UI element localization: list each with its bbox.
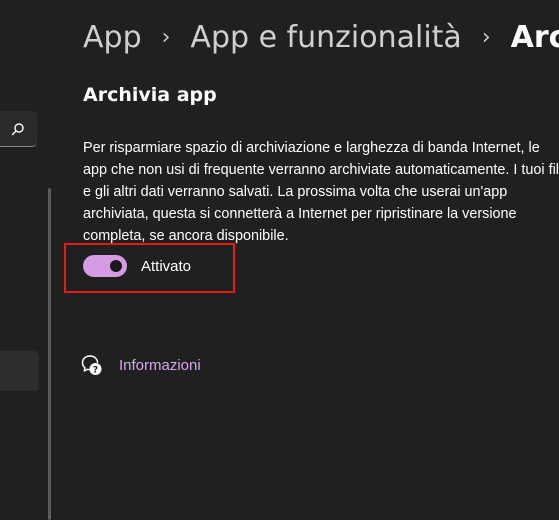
description-line: archiviata, questa si connetterà a Inter… xyxy=(83,206,517,222)
breadcrumb-separator-icon: › xyxy=(481,25,491,50)
description-line: e gli altri dati verranno salvati. La pr… xyxy=(83,184,508,200)
sidebar-item-selected[interactable] xyxy=(0,351,39,391)
breadcrumb-current: Archivia app xyxy=(510,20,559,55)
sidebar-scrollbar[interactable] xyxy=(48,188,51,520)
settings-page: App › App e funzionalità › Archivia app Arch… xyxy=(0,0,559,520)
svg-text:?: ? xyxy=(93,365,98,375)
breadcrumb-separator-icon: › xyxy=(161,25,171,50)
description-line: app che non usi di frequente verranno ar… xyxy=(83,162,559,178)
info-row[interactable]: ? Informazioni xyxy=(81,354,201,376)
search-icon xyxy=(11,123,24,136)
section-description: Per risparmiare spazio di archiviazione … xyxy=(83,137,559,247)
section-title: Archivia app xyxy=(83,84,217,106)
breadcrumb: App › App e funzionalità › Archivia app xyxy=(83,14,559,65)
breadcrumb-item-app[interactable]: App xyxy=(83,20,142,55)
breadcrumb-item-apps-features[interactable]: App e funzionalità xyxy=(190,20,461,55)
info-link[interactable]: Informazioni xyxy=(119,357,201,374)
description-line: Per risparmiare spazio di archiviazione … xyxy=(83,140,540,156)
help-chat-icon: ? xyxy=(81,355,102,375)
sidebar-search-box[interactable] xyxy=(0,111,37,147)
highlight-annotation-box xyxy=(64,243,235,293)
